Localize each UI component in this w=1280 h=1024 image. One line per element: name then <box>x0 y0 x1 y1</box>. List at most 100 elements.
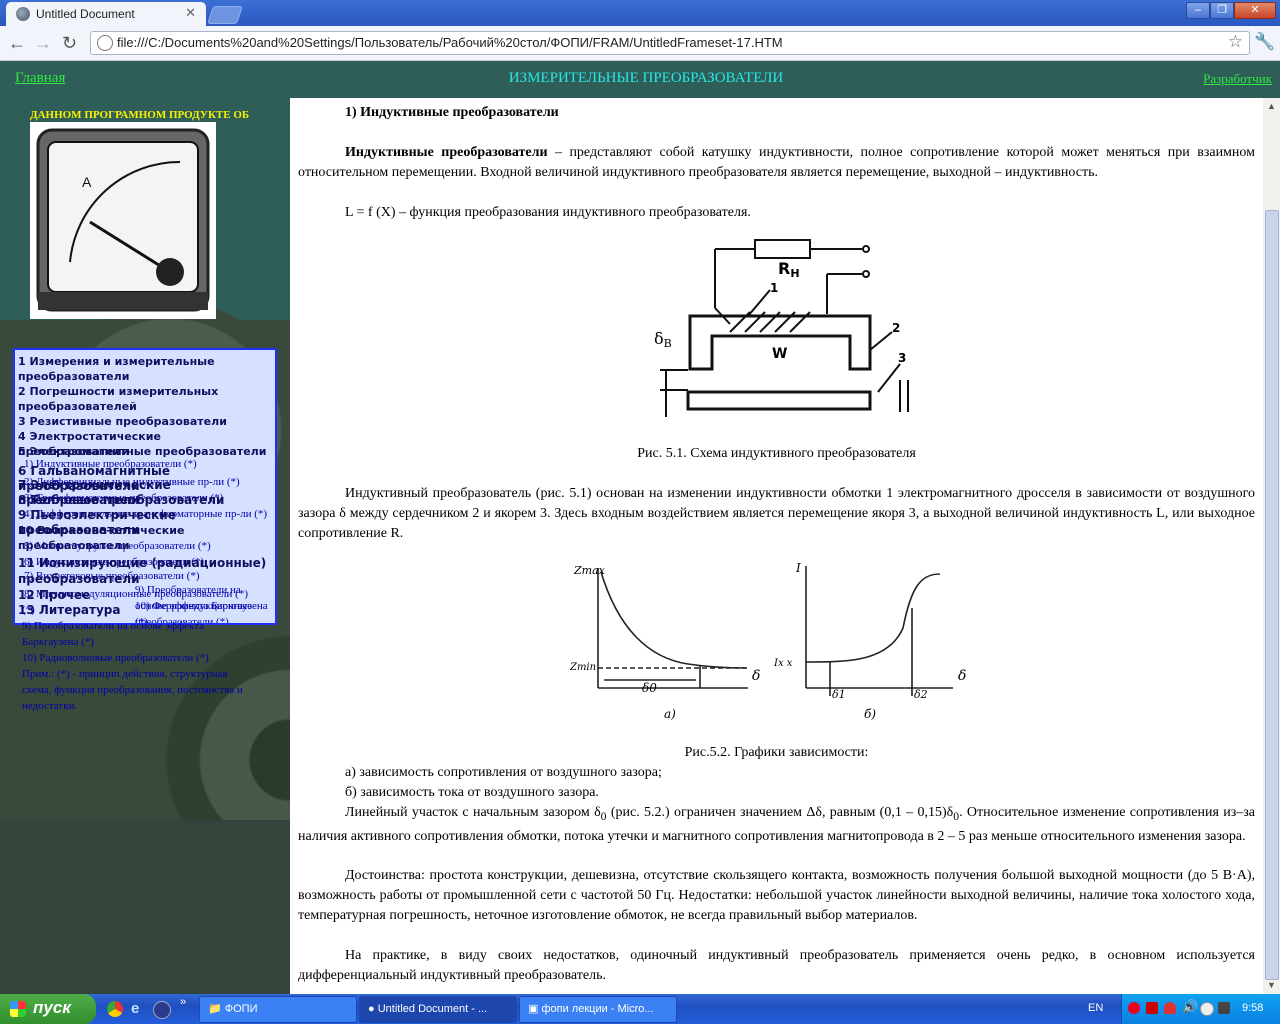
scrollbar-thumb[interactable] <box>1265 210 1279 980</box>
menu-item[interactable]: 2 Погрешности измерительных <box>18 384 218 399</box>
scrolling-marquee: ДАННОМ ПРОГРАМНОМ ПРОДУКТЕ ОБ <box>30 109 250 121</box>
browser-tab-strip: Untitled Document ✕ – ❐ ✕ <box>0 0 1280 26</box>
submenu-overflow: Баркгаузена (*) <box>22 636 94 648</box>
label-rh: RН <box>778 259 800 280</box>
list-item-a: а) зависимость сопротивления от воздушно… <box>345 765 662 780</box>
ammeter-image: A <box>30 122 216 319</box>
menu-item[interactable]: 10 Волоконно-оптические <box>18 523 184 538</box>
windows-logo-icon <box>10 1001 26 1017</box>
menu-item[interactable]: 3 Резистивные преобразователи <box>18 414 227 429</box>
media-quicklaunch-icon[interactable] <box>153 1001 171 1019</box>
security-tray-icon[interactable] <box>1164 1002 1176 1014</box>
scroll-down-arrow-icon[interactable]: ▼ <box>1267 980 1276 990</box>
practice-paragraph: На практике, в виду своих недостатков, о… <box>298 948 1255 983</box>
taskbar-button-fopi[interactable]: 📁 ФОПИ <box>199 996 357 1023</box>
submenu-overflow: 9) Преобразователи на основе эффекта <box>22 620 205 632</box>
formula-paragraph: L = f (X) – функция преобразования индук… <box>345 205 751 220</box>
quicklaunch-more-icon[interactable]: » <box>180 996 186 1008</box>
caption-b: б) <box>864 707 876 721</box>
address-bar[interactable]: file:///C:/Documents%20and%20Settings/По… <box>90 31 1250 55</box>
close-window-button[interactable]: ✕ <box>1234 2 1276 19</box>
axis-i: I <box>795 561 801 575</box>
opera-tray-icon[interactable] <box>1128 1002 1140 1014</box>
submenu-overflow: Прим.: (*) - принцип действия, структурн… <box>22 668 228 680</box>
display-tray-icon[interactable] <box>1218 1002 1230 1014</box>
minimize-button[interactable]: – <box>1186 2 1210 19</box>
caption-a: а) <box>664 707 676 721</box>
chrome-icon: ● <box>368 1003 375 1015</box>
menu-item[interactable]: преобразователи <box>18 572 140 587</box>
wrench-menu-icon[interactable]: 🔧 <box>1254 32 1275 52</box>
start-label: пуск <box>33 998 71 1017</box>
submenu-overflow: 10) Радиоволновые преобразователи (*) <box>22 652 209 664</box>
pros-cons-paragraph: Достоинства: простота конструкции, дешев… <box>298 868 1255 923</box>
volume-icon[interactable]: 🔊 <box>1182 999 1198 1015</box>
submenu-overflow: недостатки. <box>22 700 78 712</box>
back-arrow-icon[interactable]: ← <box>8 33 26 54</box>
browser-toolbar: ← → ↻ file:///C:/Documents%20and%20Setti… <box>0 26 1280 61</box>
label-delta1: δ1 <box>832 688 846 701</box>
submenu-overflow: (*) <box>22 604 35 616</box>
page-heading: 1) Индуктивные преобразователи <box>345 105 559 120</box>
bookmark-star-icon[interactable]: ☆ <box>1228 32 1243 52</box>
background-pattern <box>0 820 290 994</box>
linear-section-paragraph: Линейный участок с начальным зазором δ0 … <box>298 805 1256 844</box>
language-indicator[interactable]: EN <box>1088 1002 1103 1014</box>
developer-link[interactable]: Разработчик <box>1203 71 1272 87</box>
top-frame: Главная ИЗМЕРИТЕЛЬНЫЕ ПРЕОБРАЗОВАТЕЛИ Ра… <box>0 61 1280 98</box>
left-frame: ДАННОМ ПРОГРАМНОМ ПРОДУКТЕ ОБ A 1 Измере… <box>0 98 290 994</box>
axis-delta-a: δ <box>752 668 760 684</box>
start-button[interactable]: пуск <box>0 994 96 1024</box>
site-title: ИЗМЕРИТЕЛЬНЫЕ ПРЕОБРАЗОВАТЕЛИ <box>508 70 784 86</box>
new-tab-button[interactable] <box>207 6 243 24</box>
folder-icon: 📁 <box>208 1003 222 1015</box>
principle-paragraph: Индуктивный преобразователь (рис. 5.1) о… <box>298 486 1255 541</box>
menu-item[interactable]: 1 Измерения и измерительные <box>18 354 215 369</box>
term-bold: Индуктивные преобразователи <box>345 145 548 160</box>
reload-icon[interactable]: ↻ <box>62 33 77 54</box>
figure-caption-5-2: Рис.5.2. Графики зависимости: <box>684 745 869 760</box>
taskbar-button-word[interactable]: ▣ фопи лекции - Micro... <box>519 996 677 1023</box>
list-item-b: б) зависимость тока от воздушного зазора… <box>345 785 599 800</box>
label-w: W <box>772 346 787 362</box>
intro-paragraph: Индуктивные преобразователи – представля… <box>298 143 1255 183</box>
axis-zmin: Zmin <box>569 662 596 673</box>
page-icon <box>97 35 113 51</box>
word-document-icon: ▣ <box>528 1003 539 1015</box>
svg-text:A: A <box>82 174 92 190</box>
menu-item[interactable]: преобразователей <box>18 399 137 414</box>
label-2: 2 <box>892 321 900 335</box>
label-delta0: δ0 <box>642 681 657 695</box>
axis-zmax: Zmax <box>573 564 606 577</box>
tab-title: Untitled Document <box>36 7 135 21</box>
chrome-quicklaunch-icon[interactable] <box>107 1001 123 1017</box>
windows-taskbar: пуск e » 📁 ФОПИ ● Untitled Document - ..… <box>0 994 1280 1024</box>
ie-quicklaunch-icon[interactable]: e <box>131 1000 139 1017</box>
system-clock: 9:58 <box>1242 1002 1264 1014</box>
maximize-button[interactable]: ❐ <box>1210 2 1234 19</box>
menu-item[interactable]: преобразователи <box>18 538 129 553</box>
tab-untitled-document[interactable]: Untitled Document ✕ <box>6 2 206 26</box>
navigation-menu: 1 Измерения и измерительные преобразоват… <box>13 348 277 625</box>
menu-item[interactable]: преобразователи <box>18 369 129 384</box>
network-tray-icon[interactable] <box>1200 1002 1214 1016</box>
content-scrollbar[interactable]: ▲ ▼ <box>1263 98 1280 994</box>
scroll-up-arrow-icon[interactable]: ▲ <box>1267 101 1276 111</box>
inductive-transducer-diagram: RН W 1 2 3 δВ <box>654 239 909 417</box>
forward-arrow-icon[interactable]: → <box>34 33 52 54</box>
antivirus-tray-icon[interactable] <box>1146 1002 1158 1014</box>
figure-caption-5-1: Рис. 5.1. Схема индуктивного преобразова… <box>637 446 916 461</box>
label-ixx: Iх х <box>773 658 793 669</box>
system-tray: 🔊 9:58 <box>1121 994 1280 1024</box>
taskbar-button-chrome[interactable]: ● Untitled Document - ... <box>359 996 517 1023</box>
content-frame: 1) Индуктивные преобразователи Индуктивн… <box>290 98 1263 994</box>
submenu-overflow: схема, функция преобразования, постоянст… <box>22 684 243 696</box>
tab-close-icon[interactable]: ✕ <box>185 5 196 21</box>
page-favicon-icon <box>16 7 30 21</box>
address-url[interactable]: file:///C:/Documents%20and%20Settings/По… <box>117 35 783 50</box>
label-1: 1 <box>770 281 778 295</box>
label-delta2: δ2 <box>914 688 928 701</box>
axis-delta-b: δ <box>958 668 966 684</box>
dependency-graphs: Zmax Zmin δ δ0 а) I Iх х δ δ1 δ2 б) <box>569 561 966 721</box>
menu-item[interactable]: 12 Прочее <box>18 588 90 603</box>
